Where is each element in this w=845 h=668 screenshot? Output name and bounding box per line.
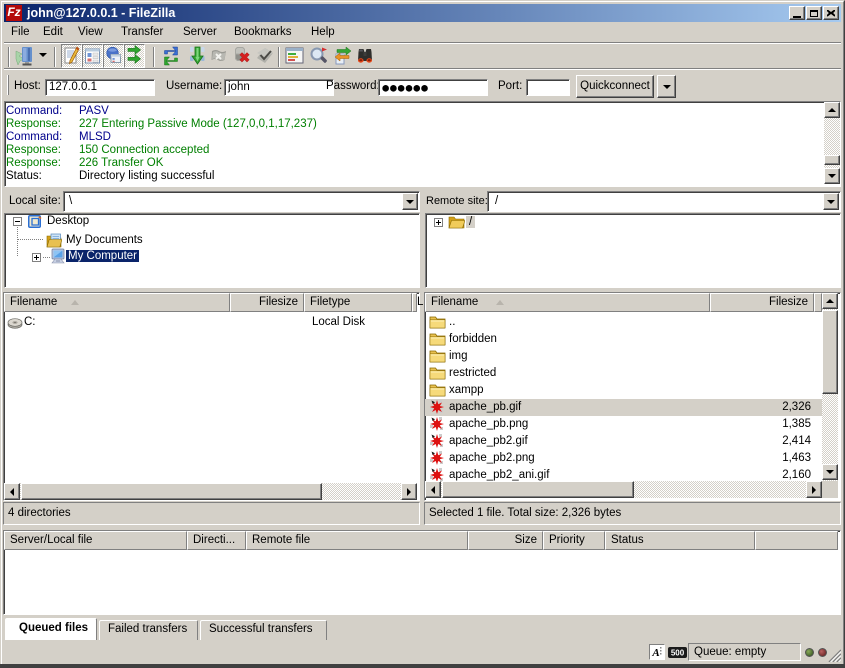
svg-text:500: 500 [671,649,685,658]
svg-text:A: A [651,647,659,659]
